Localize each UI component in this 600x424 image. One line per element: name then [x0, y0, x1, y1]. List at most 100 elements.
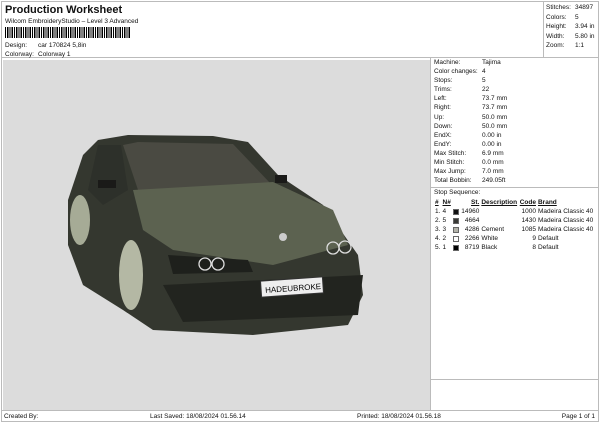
header: Production Worksheet Wilcom EmbroiderySt…	[2, 2, 543, 58]
color-swatch	[452, 207, 460, 216]
last-saved: Last Saved: 18/08/2024 01.56.14	[150, 413, 246, 420]
info-value: 50.0 mm	[482, 122, 508, 130]
info-value: 73.7 mm	[482, 95, 508, 103]
info-label: Stops:	[434, 77, 453, 85]
info-row: Max Stitch: 6.9 mm	[434, 150, 595, 159]
table-row: 2. 5 4664 1430 Madeira Classic 40	[434, 216, 595, 225]
description: Black	[481, 244, 498, 252]
code: 9	[532, 235, 536, 243]
description: Cement	[481, 226, 505, 234]
info-row: Stitches: 34897	[546, 4, 596, 14]
seq-number: 2.	[435, 217, 441, 225]
info-label: Max Stitch:	[434, 149, 467, 157]
info-row: Zoom: 1:1	[546, 42, 596, 52]
needle-number: 5	[442, 217, 447, 225]
info-row: Min Stitch: 0.0 mm	[434, 159, 595, 168]
table-row: 4. 2 2266 White 9 Default	[434, 234, 595, 243]
info-label: Max Jump:	[434, 168, 466, 176]
code: 1430	[521, 217, 536, 225]
column-header: Brand	[537, 199, 557, 207]
info-row: Height: 3.94 in	[546, 23, 596, 33]
column-header: #	[435, 199, 439, 207]
info-row: Color changes: 4	[434, 68, 595, 77]
code: 1000	[521, 208, 536, 216]
info-value: 6.9 mm	[482, 149, 504, 157]
info-row: Total Bobbin: 249.05ft	[434, 177, 595, 186]
printed-date: Printed: 18/08/2024 01.56.18	[357, 413, 441, 420]
info-label: Machine:	[434, 59, 461, 66]
info-row: Colors: 5	[546, 14, 596, 24]
stitch-count: 2266	[464, 235, 480, 243]
column-header: St.	[471, 199, 480, 207]
info-value: 4	[482, 68, 486, 76]
created-by: Created By:	[4, 413, 39, 420]
info-value: 1:1	[575, 42, 585, 49]
color-swatch	[452, 225, 460, 234]
description	[480, 216, 518, 225]
info-row: Left: 73.7 mm	[434, 95, 595, 104]
info-label: Zoom:	[546, 42, 565, 49]
code: 1085	[521, 226, 536, 234]
column-header: Description	[481, 199, 518, 207]
info-value: 34897	[575, 4, 594, 11]
info-row: EndX: 0.00 in	[434, 132, 595, 141]
seq-number: 1.	[435, 208, 441, 216]
design-row: Design: car 170824 5,8in	[5, 42, 87, 49]
seq-number: 3.	[435, 226, 441, 234]
info-row: Down: 50.0 mm	[434, 123, 595, 132]
table-row: 5. 1 8719 Black 8 Default	[434, 243, 595, 252]
info-row: Stops: 5	[434, 77, 595, 86]
details-panel: Machine: Tajima Color changes: 4 Stops: 5 Trim…	[430, 58, 598, 410]
code: 8	[532, 244, 536, 252]
colorway-row: Colorway: Colorway 1	[5, 51, 71, 58]
stop-sequence-table: # N# St. Description Code Brand 1. 4 14960 1000 M…	[434, 198, 595, 252]
info-value: 22	[482, 86, 490, 94]
info-label: EndY:	[434, 140, 452, 148]
column-header: Code	[519, 199, 536, 207]
info-row: Width: 5.80 in	[546, 33, 596, 43]
page-number: Page 1 of 1	[561, 413, 595, 420]
description	[480, 207, 518, 216]
info-label: Up:	[434, 113, 445, 121]
info-row: Trims: 22	[434, 86, 595, 95]
info-label: Min Stitch:	[434, 159, 465, 167]
stitch-count: 14960	[461, 208, 480, 216]
info-row: Machine: Tajima	[434, 59, 595, 68]
software-name: Wilcom EmbroideryStudio – Level 3 Advanc…	[5, 18, 139, 25]
stitch-count: 4286	[464, 226, 480, 234]
info-row: Up: 50.0 mm	[434, 114, 595, 123]
table-row: 3. 3 4286 Cement 1085 Madeira Classic 40	[434, 225, 595, 234]
brand: Default	[537, 235, 559, 243]
info-label: Left:	[434, 95, 447, 103]
needle-number: 2	[442, 235, 447, 243]
info-label: EndX:	[434, 131, 452, 139]
info-row: Right: 73.7 mm	[434, 104, 595, 113]
page-title: Production Worksheet	[5, 4, 123, 16]
info-value: 0.00 in	[482, 140, 502, 148]
color-swatch	[452, 234, 460, 243]
info-value: Tajima	[482, 59, 501, 66]
color-swatch	[452, 216, 460, 225]
info-value: 5.80 in	[575, 32, 595, 40]
stop-sequence: Stop Sequence: # N# St. Description Code Bran…	[431, 187, 598, 381]
needle-number: 1	[442, 244, 447, 252]
info-value: 5	[482, 77, 486, 85]
machine-info: Machine: Tajima Color changes: 4 Stops: 5 Trim…	[431, 58, 598, 187]
barcode	[5, 27, 130, 38]
stop-sequence-title: Stop Sequence:	[434, 189, 481, 197]
info-label: Height:	[546, 23, 567, 30]
color-swatch	[452, 243, 460, 252]
info-value: 5	[575, 13, 579, 21]
stitch-count: 4664	[464, 217, 480, 225]
info-label: Right:	[434, 104, 451, 112]
info-value: 0.0 mm	[482, 159, 504, 167]
info-label: Down:	[434, 122, 453, 130]
info-label: Colors:	[546, 13, 567, 21]
needle-number: 4	[442, 208, 447, 216]
brand: Madeira Classic 40	[537, 217, 594, 225]
seq-number: 4.	[435, 235, 441, 243]
design-preview: HADEUBROKE	[3, 60, 430, 410]
info-label: Total Bobbin:	[434, 177, 472, 185]
info-row: Max Jump: 7.0 mm	[434, 168, 595, 177]
brand: Madeira Classic 40	[537, 226, 594, 234]
